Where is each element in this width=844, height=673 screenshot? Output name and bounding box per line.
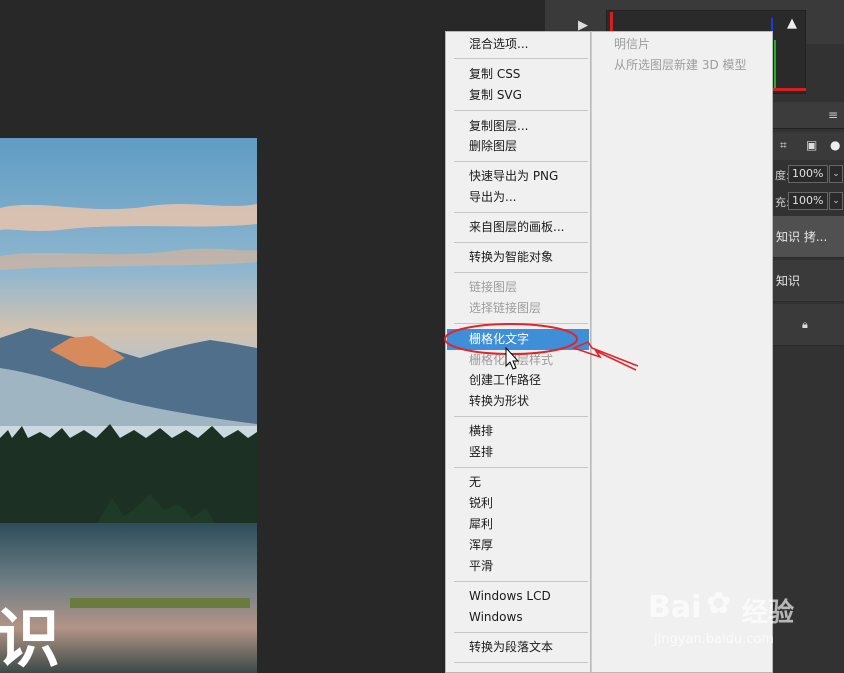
menu-separator — [454, 110, 588, 111]
menu-item-export-as[interactable]: 导出为... — [447, 187, 589, 208]
menu-separator — [454, 58, 588, 59]
watermark-brand-2: 经验 — [742, 598, 795, 628]
menu-item-copy-svg[interactable]: 复制 SVG — [447, 85, 589, 106]
watermark-brand: Bai — [648, 590, 702, 625]
menu-item-create-work-path[interactable]: 创建工作路径 — [447, 370, 589, 391]
menu-item-quick-export-png[interactable]: 快速导出为 PNG — [447, 166, 589, 187]
menu-item-new-3d-from-layer: 从所选图层新建 3D 模型 — [614, 58, 747, 72]
lock-icon[interactable]: ▣ — [806, 138, 817, 152]
menu-separator — [454, 212, 588, 213]
canvas-overlay-text: 识 — [0, 603, 60, 673]
menu-item-convert-to-shape[interactable]: 转换为形状 — [447, 391, 589, 412]
fill-input[interactable]: 100% — [788, 192, 828, 210]
menu-item-rasterize-layer-style: 栅格化图层样式 — [469, 353, 554, 367]
layer-row[interactable]: 知识 — [772, 260, 844, 302]
menu-item-link-layers: 链接图层 — [469, 280, 518, 294]
watermark-url: jingyan.baidu.com — [654, 632, 774, 647]
menu-item-blending-options[interactable]: 混合选项... — [447, 34, 589, 55]
menu-separator — [454, 662, 588, 663]
menu-item-aa-smooth[interactable]: 平滑 — [447, 556, 589, 577]
layer-row[interactable]: 知识 拷... — [772, 216, 844, 258]
menu-item-aa-crisp[interactable]: 犀利 — [447, 514, 589, 535]
menu-item-horizontal[interactable]: 横排 — [447, 421, 589, 442]
menu-item-delete-layer[interactable]: 删除图层 — [447, 136, 589, 157]
menu-item-rasterize-type[interactable]: 栅格化文字 — [447, 329, 589, 350]
menu-item-vertical[interactable]: 竖排 — [447, 442, 589, 463]
menu-item-convert-smart-object[interactable]: 转换为智能对象 — [447, 247, 589, 268]
menu-item-aa-strong[interactable]: 浑厚 — [447, 535, 589, 556]
document-canvas-image[interactable]: 识 — [0, 138, 257, 673]
context-menu: 混合选项... 复制 CSS 复制 SVG 复制图层... 删除图层 快速导出为… — [445, 31, 591, 673]
menu-separator — [454, 581, 588, 582]
menu-separator — [454, 242, 588, 243]
panel-menu-icon[interactable]: ≡ — [828, 108, 838, 122]
baidu-watermark: Bai ✿ 经验 jingyan.baidu.com — [648, 582, 838, 652]
menu-separator — [454, 161, 588, 162]
histogram-green-channel — [774, 40, 776, 88]
layer-lock-icons-row: ⌗ ▣ ● — [772, 132, 844, 160]
context-menu-column-2: 明信片 从所选图层新建 3D 模型 — [591, 31, 773, 673]
menu-separator — [454, 323, 588, 324]
menu-item-artboard-from-layers[interactable]: 来自图层的画板... — [447, 217, 589, 238]
chevron-down-icon[interactable]: ⌄ — [829, 165, 843, 183]
paw-logo-icon: ✿ — [706, 586, 732, 621]
transform-icon[interactable]: ⌗ — [780, 138, 787, 153]
menu-item-windows-lcd[interactable]: Windows LCD — [447, 586, 589, 607]
menu-item-aa-none[interactable]: 无 — [447, 472, 589, 493]
layer-row[interactable]: 🔒︎ — [772, 304, 844, 346]
menu-item-select-linked-layers: 选择链接图层 — [469, 301, 542, 315]
menu-item-copy-css[interactable]: 复制 CSS — [447, 64, 589, 85]
menu-separator — [454, 416, 588, 417]
menu-item-aa-sharp[interactable]: 锐利 — [447, 493, 589, 514]
menu-item-convert-paragraph-text[interactable]: 转换为段落文本 — [447, 637, 589, 658]
opacity-input[interactable]: 100% — [788, 165, 828, 183]
menu-item-windows[interactable]: Windows — [447, 607, 589, 628]
menu-item-postcard: 明信片 — [614, 37, 651, 51]
warning-icon[interactable]: ▲ — [787, 16, 797, 31]
menu-item-duplicate-layer[interactable]: 复制图层... — [447, 116, 589, 137]
menu-separator — [454, 272, 588, 273]
chevron-down-icon[interactable]: ⌄ — [829, 192, 843, 210]
circle-icon[interactable]: ● — [830, 138, 840, 152]
menu-separator — [454, 467, 588, 468]
menu-separator — [454, 632, 588, 633]
lock-icon: 🔒︎ — [802, 318, 808, 331]
